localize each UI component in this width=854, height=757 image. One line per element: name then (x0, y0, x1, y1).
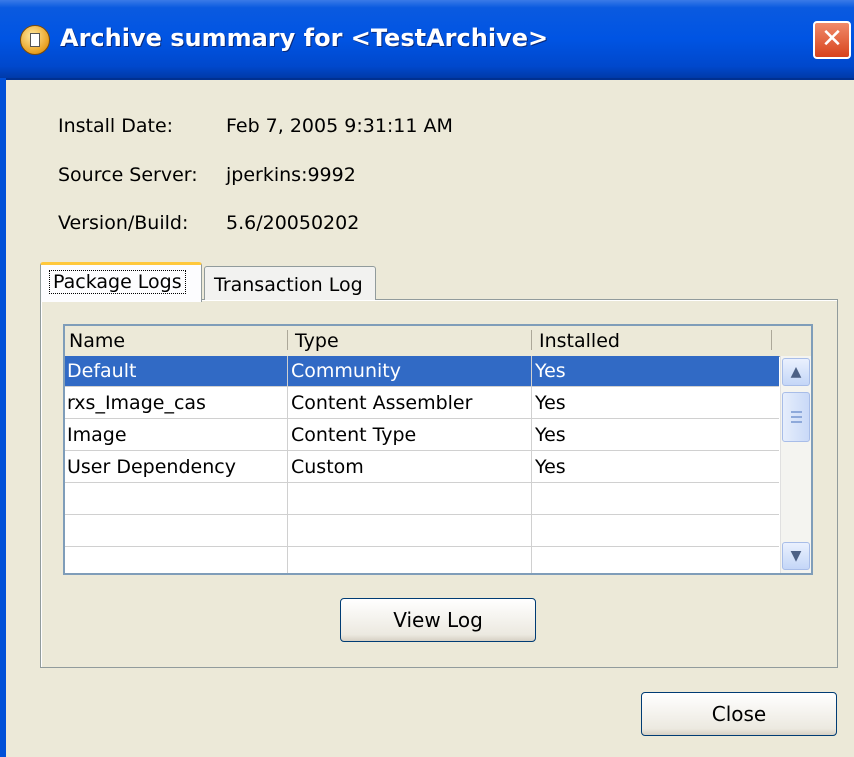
table-row-empty[interactable] (65, 548, 779, 579)
source-server-label: Source Server: (58, 164, 198, 186)
table-row-empty[interactable] (65, 516, 779, 547)
column-header-type[interactable]: Type (291, 326, 531, 356)
column-gridline (531, 356, 532, 573)
package-logs-table: Name Type Installed Default Community Ye… (63, 324, 813, 575)
cell-installed: Yes (535, 360, 566, 382)
cell-name: Image (67, 424, 127, 446)
window-title: Archive summary for <TestArchive> (60, 24, 549, 52)
column-divider[interactable] (287, 330, 288, 350)
column-header-installed[interactable]: Installed (535, 326, 771, 356)
column-divider[interactable] (771, 330, 772, 350)
title-bar[interactable]: Archive summary for <TestArchive> ✕ (0, 0, 854, 80)
tab-transaction-log[interactable]: Transaction Log (204, 266, 376, 300)
table-row[interactable]: Default Community Yes (65, 356, 779, 387)
source-server-value: jperkins:9992 (226, 164, 356, 186)
column-divider[interactable] (531, 330, 532, 350)
version-build-label: Version/Build: (58, 212, 189, 234)
window-frame (0, 78, 6, 757)
table-row-empty[interactable] (65, 484, 779, 515)
close-button[interactable]: Close (641, 692, 837, 736)
cell-type: Content Type (291, 424, 417, 446)
view-log-button[interactable]: View Log (340, 598, 536, 642)
cell-type: Community (291, 360, 401, 382)
install-date-label: Install Date: (58, 115, 174, 137)
cell-name: rxs_Image_cas (67, 392, 206, 414)
vertical-scrollbar[interactable]: ▲ ▼ (780, 356, 811, 573)
tab-package-logs-label: Package Logs (49, 270, 186, 294)
cell-installed: Yes (535, 424, 566, 446)
close-window-button[interactable]: ✕ (813, 21, 851, 59)
table-row[interactable]: rxs_Image_cas Content Assembler Yes (65, 388, 779, 419)
cell-type: Content Assembler (291, 392, 473, 414)
version-build-value: 5.6/20050202 (226, 212, 360, 234)
column-gridline (287, 356, 288, 573)
column-header-name[interactable]: Name (65, 326, 287, 356)
table-row[interactable]: Image Content Type Yes (65, 420, 779, 451)
scroll-down-icon[interactable]: ▼ (782, 542, 810, 570)
tab-transaction-log-label: Transaction Log (214, 274, 363, 296)
install-date-value: Feb 7, 2005 9:31:11 AM (226, 115, 453, 137)
cell-installed: Yes (535, 392, 566, 414)
cell-name: Default (67, 360, 137, 382)
cell-type: Custom (291, 456, 364, 478)
table-row[interactable]: User Dependency Custom Yes (65, 452, 779, 483)
tab-package-logs[interactable]: Package Logs (40, 262, 202, 302)
table-header: Name Type Installed (65, 326, 811, 357)
scrollbar-thumb[interactable] (782, 392, 810, 442)
cell-installed: Yes (535, 456, 566, 478)
scroll-up-icon[interactable]: ▲ (782, 358, 810, 386)
archive-icon (20, 25, 50, 55)
archive-summary-dialog: Archive summary for <TestArchive> ✕ Inst… (0, 0, 854, 757)
cell-name: User Dependency (67, 456, 236, 478)
